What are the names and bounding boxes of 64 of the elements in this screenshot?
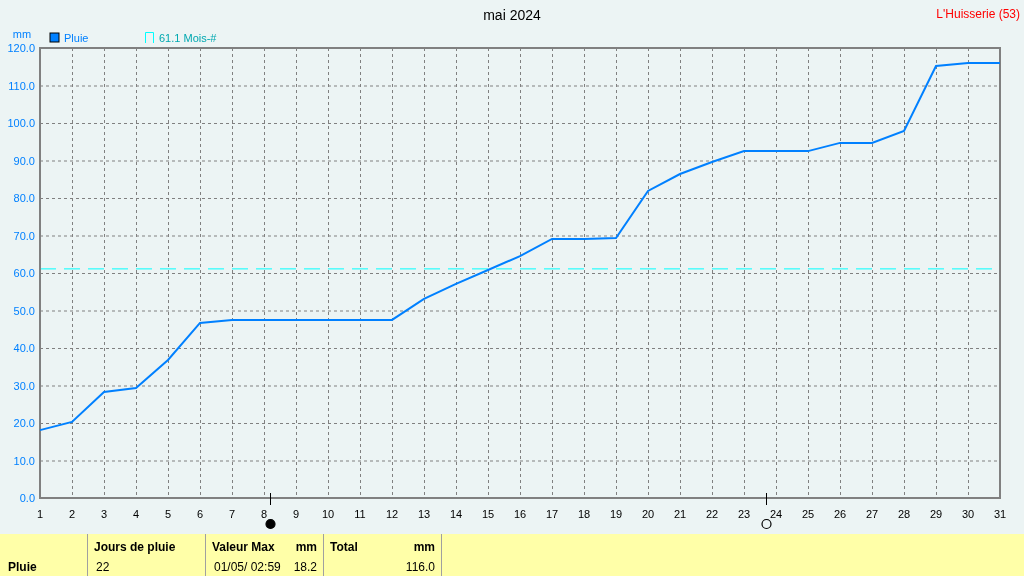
x-tick-label: 19	[609, 508, 623, 520]
x-tick-label: 21	[673, 508, 687, 520]
x-tick-label: 12	[385, 508, 399, 520]
column-unit: mm	[295, 540, 317, 554]
x-tick-label: 9	[292, 508, 300, 520]
x-tick-label: 1	[36, 508, 44, 520]
chart-title: mai 2024	[483, 7, 541, 23]
column-heading: Jours de pluie	[94, 540, 176, 554]
y-tick-label: 110.0	[8, 79, 35, 92]
x-tick-label: 29	[929, 508, 943, 520]
x-tick-label: 3	[100, 508, 108, 520]
x-tick-label: 4	[132, 508, 140, 520]
x-tick-label: 30	[961, 508, 975, 520]
x-tick-label: 2	[68, 508, 76, 520]
x-tick-label: 13	[417, 508, 431, 520]
x-tick-label: 6	[196, 508, 204, 520]
x-tick-label: 27	[865, 508, 879, 520]
x-tick-label: 25	[801, 508, 815, 520]
column-unit: mm	[413, 540, 435, 554]
y-tick-label: 100.0	[7, 117, 35, 129]
column-heading: Valeur Max	[212, 540, 275, 554]
moon-tick	[270, 492, 271, 506]
x-tick-label: 28	[897, 508, 911, 520]
x-tick-label: 24	[769, 508, 783, 520]
y-tick-label: 90.0	[13, 154, 35, 167]
new-moon-icon	[761, 518, 772, 530]
column-heading: Total	[330, 540, 358, 554]
summary-value: 22	[96, 560, 110, 574]
x-tick-label: 16	[513, 508, 527, 520]
x-tick-label: 22	[705, 508, 719, 520]
x-tick-label: 8	[260, 508, 268, 520]
y-tick-label: 80.0	[13, 192, 35, 204]
x-tick-label: 15	[481, 508, 495, 520]
legend-label: 61.1 Mois-#	[159, 32, 217, 44]
row-label: Pluie	[8, 560, 38, 574]
x-tick-label: 14	[449, 508, 463, 520]
moon-tick	[766, 492, 767, 506]
x-tick-label: 23	[737, 508, 751, 520]
x-tick-label: 10	[321, 508, 335, 520]
y-tick-label: 70.0	[13, 229, 35, 242]
y-tick-label: 20.0	[13, 417, 35, 429]
x-tick-label: 7	[228, 508, 236, 520]
x-tick-label: 17	[545, 508, 559, 520]
summary-value: 116.0	[405, 560, 435, 574]
legend-label: Pluie	[64, 32, 89, 44]
y-tick-label: 120.0	[7, 42, 35, 54]
full-moon-icon	[265, 518, 276, 530]
y-tick-label: 50.0	[13, 304, 35, 317]
x-tick-label: 5	[164, 508, 172, 520]
axis-unit: mm	[12, 28, 32, 40]
x-tick-label: 20	[641, 508, 655, 520]
y-tick-label: 10.0	[13, 454, 35, 467]
station-name: L'Huisserie (53)	[936, 7, 1020, 21]
y-tick-label: 30.0	[13, 379, 35, 392]
x-tick-label: 31	[993, 508, 1007, 520]
summary-value: 01/05/ 02:59	[214, 560, 281, 574]
x-tick-label: 11	[354, 508, 366, 520]
x-tick-label: 26	[833, 508, 847, 520]
y-tick-label: 60.0	[13, 267, 35, 279]
x-tick-label: 18	[577, 508, 591, 520]
legend-bracket-icon	[145, 32, 154, 44]
y-tick-label: 40.0	[13, 342, 35, 354]
summary-value: 18.2	[293, 560, 317, 574]
y-tick-label: 0.0	[19, 492, 35, 504]
